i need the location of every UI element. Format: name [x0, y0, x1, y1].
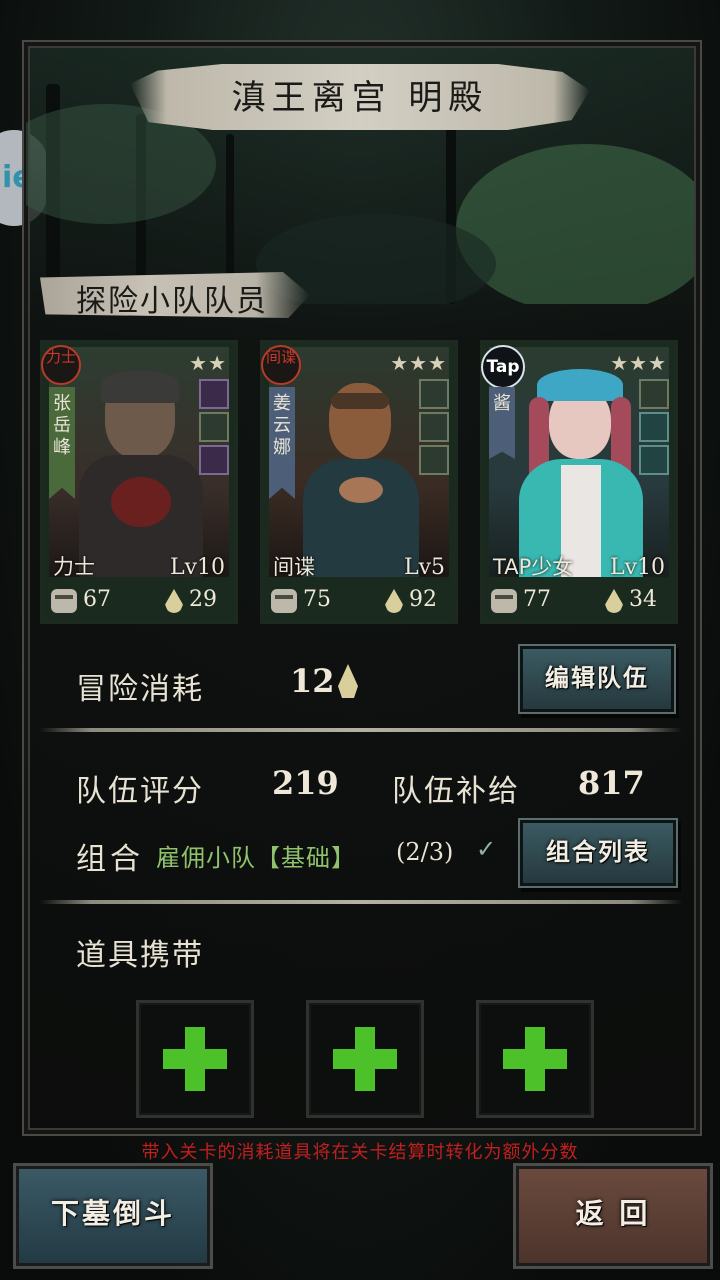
equipment-icon[interactable]	[199, 412, 229, 442]
equipment-slots	[199, 379, 229, 478]
rarity-stars: ★★★	[390, 351, 447, 375]
supply-drop-icon	[385, 589, 403, 613]
supply-drop-icon	[165, 589, 183, 613]
combo-label: 组合	[76, 842, 144, 877]
equipment-icon[interactable]	[199, 379, 229, 409]
edit-team-label: 编辑队伍	[545, 664, 649, 692]
team-supply-label: 队伍补给	[392, 774, 520, 809]
item-note: 带入关卡的消耗道具将在关卡结算时转化为额外分数	[141, 1142, 579, 1163]
strength-value: 77	[523, 587, 551, 612]
team-score-label: 队伍评分	[76, 774, 204, 809]
equipment-slots	[419, 379, 449, 478]
member-card[interactable]: Tap ★★★ 酱 TAP少女 Lv10 77 34	[480, 340, 678, 624]
chevron-down-icon[interactable]: ✓	[476, 837, 508, 861]
supply-value: 92	[409, 587, 437, 612]
member-card[interactable]: 力士 ★★ 张岳峰 力士 Lv10 67 29	[40, 340, 238, 624]
character-name: 姜云娜	[269, 387, 295, 499]
item-slot[interactable]	[136, 1000, 254, 1118]
item-slot[interactable]	[306, 1000, 424, 1118]
rarity-stars: ★★★	[610, 351, 667, 375]
adventure-cost-value: 12	[290, 662, 335, 700]
combo-name: 雇佣小队【基础】	[156, 844, 356, 872]
stage-title: 滇王离宫 明殿	[231, 78, 489, 118]
team-score-value: 219	[272, 764, 339, 802]
strength-fist-icon	[491, 589, 517, 613]
back-button[interactable]: 返 回	[516, 1166, 710, 1266]
supply-value: 29	[189, 587, 217, 612]
divider	[40, 728, 682, 732]
enter-tomb-button[interactable]: 下墓倒斗	[16, 1166, 210, 1266]
item-slot[interactable]	[476, 1000, 594, 1118]
combo-list-button[interactable]: 组合列表	[520, 820, 676, 886]
character-level: Lv10	[609, 555, 665, 580]
character-level: Lv5	[403, 555, 445, 580]
divider	[40, 900, 682, 904]
enter-tomb-label: 下墓倒斗	[50, 1197, 175, 1230]
tap-badge-icon: Tap	[481, 345, 525, 389]
character-class: TAP少女	[493, 555, 574, 579]
combo-list-label: 组合列表	[546, 838, 650, 866]
character-name: 酱	[489, 387, 515, 459]
equipment-slots	[639, 379, 669, 478]
character-stats: 75 92	[269, 587, 449, 617]
character-level: Lv10	[169, 555, 225, 580]
character-name: 张岳峰	[49, 387, 75, 499]
items-section-title: 道具携带	[76, 938, 204, 973]
strength-fist-icon	[51, 589, 77, 613]
equipment-icon[interactable]	[199, 445, 229, 475]
add-item-plus-icon	[333, 1027, 397, 1091]
back-label: 返 回	[575, 1197, 651, 1230]
strength-fist-icon	[271, 589, 297, 613]
character-class: 力士	[53, 555, 95, 579]
character-class: 间谍	[273, 555, 315, 579]
team-section-title: 探险小队队员	[76, 284, 268, 319]
character-stats: 77 34	[489, 587, 669, 617]
team-supply-value: 817	[578, 764, 645, 802]
equipment-icon[interactable]	[639, 412, 669, 442]
equipment-icon[interactable]	[419, 445, 449, 475]
member-card[interactable]: 间谍 ★★★ 姜云娜 间谍 Lv5 75 92	[260, 340, 458, 624]
add-item-plus-icon	[503, 1027, 567, 1091]
supply-value: 34	[629, 587, 657, 612]
character-stats: 67 29	[49, 587, 229, 617]
combo-count: (2/3)	[396, 838, 454, 866]
equipment-icon[interactable]	[419, 379, 449, 409]
class-seal-icon: 力士	[41, 345, 81, 385]
class-seal-icon: 间谍	[261, 345, 301, 385]
edit-team-button[interactable]: 编辑队伍	[520, 646, 674, 712]
equipment-icon[interactable]	[639, 379, 669, 409]
strength-value: 75	[303, 587, 331, 612]
adventure-cost-label: 冒险消耗	[76, 672, 204, 707]
supply-drop-icon	[605, 589, 623, 613]
add-item-plus-icon	[163, 1027, 227, 1091]
equipment-icon[interactable]	[639, 445, 669, 475]
rarity-stars: ★★	[189, 351, 227, 375]
equipment-icon[interactable]	[419, 412, 449, 442]
strength-value: 67	[83, 587, 111, 612]
